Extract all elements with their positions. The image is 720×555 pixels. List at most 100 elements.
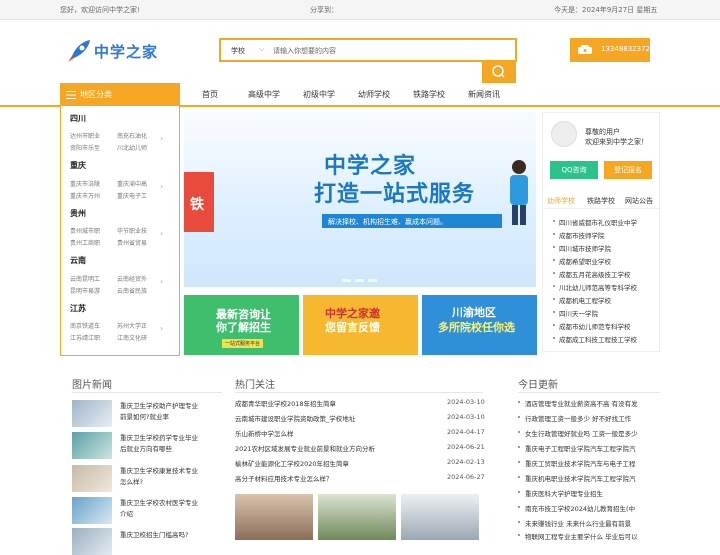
hot-image[interactable] bbox=[401, 494, 479, 540]
region-item[interactable]: 云南昆明工 bbox=[70, 274, 110, 283]
section-title-hot: 热门关注 bbox=[235, 380, 275, 391]
region-item[interactable]: 毕节职业技 bbox=[117, 226, 157, 235]
list-item[interactable]: 重庆医科大学护理专业招生 bbox=[518, 488, 658, 498]
section-divider bbox=[72, 392, 222, 393]
region-item[interactable]: 川北幼儿师 bbox=[117, 143, 157, 152]
list-item[interactable]: 四川省威都市礼仪职业中学 bbox=[553, 217, 657, 227]
list-item[interactable]: 成都机电工程学校 bbox=[553, 295, 657, 305]
search-type-select[interactable]: 学校 bbox=[231, 46, 245, 56]
list-item[interactable]: 成都五月花高级技工学校 bbox=[553, 269, 657, 279]
region-item[interactable]: 云南经贸外 bbox=[117, 274, 157, 283]
nav-preschool[interactable]: 幼师学校 bbox=[358, 89, 390, 100]
signup-button[interactable]: 登记报名 bbox=[604, 161, 652, 179]
list-item[interactable]: 行政管理工资一般多少 好不好找工作 bbox=[518, 413, 658, 423]
list-item[interactable]: 成都成工科技工程技工学校 bbox=[553, 334, 657, 344]
date-text: 今天是：2024年9月27日 星期五 bbox=[554, 6, 658, 14]
promo-line2: 您留言反馈 bbox=[325, 321, 380, 334]
list-item[interactable]: 未来赚钱行业 未来什么行业最有前景 bbox=[518, 518, 658, 528]
list-item[interactable]: 成都市技师学院 bbox=[553, 230, 657, 240]
carousel-dots[interactable] bbox=[342, 276, 381, 284]
region-item[interactable]: 南京铁道车 bbox=[70, 321, 110, 330]
qq-consult-button[interactable]: QQ咨询 bbox=[550, 161, 598, 179]
region-item[interactable]: 贵州城市职 bbox=[70, 226, 110, 235]
hero-banner[interactable]: 铁 中学之家 打造一站式服务 解决择校、机构招生难、赢成本问题。 bbox=[184, 112, 536, 287]
region-menu-header[interactable]: 地区分类 bbox=[60, 83, 180, 106]
hot-item[interactable]: 2021农村区域发展专业就业前景和就业方向分析 bbox=[235, 443, 375, 453]
region-item[interactable]: 重庆市涪陵 bbox=[70, 179, 110, 188]
picture-news-item[interactable]: 重庆卫生学校助产护理专业前景如何?就业率 bbox=[120, 401, 200, 423]
region-item[interactable]: 江苏靖江职 bbox=[70, 333, 110, 342]
list-item[interactable]: 重庆工贸职业技术学院汽车与电子工程 bbox=[518, 458, 658, 468]
hot-item[interactable]: 云南城市建设职业学院资助政策_学校地址 bbox=[235, 413, 355, 423]
nav-railway[interactable]: 铁路学校 bbox=[413, 89, 445, 100]
region-item[interactable]: 苏州大学正 bbox=[117, 321, 157, 330]
region-item[interactable]: 达州市职业 bbox=[70, 131, 110, 140]
hot-image[interactable] bbox=[235, 494, 313, 540]
region-title: 重庆 bbox=[70, 161, 86, 170]
region-item[interactable]: 贵州工商职 bbox=[70, 238, 110, 247]
list-item[interactable]: 南充市技工学校2024幼儿教育招生(中 bbox=[518, 503, 658, 513]
banner-side-block: 铁 bbox=[184, 172, 214, 232]
news-thumbnail[interactable] bbox=[72, 400, 112, 427]
list-item[interactable]: 重庆机电职业技术学院汽车工程学院汽 bbox=[518, 473, 658, 483]
picture-news-item[interactable]: 重庆卫生学校农村医学专业介绍 bbox=[120, 498, 200, 520]
hot-item[interactable]: 成都青华职业学校2018年招生简章 bbox=[235, 398, 336, 408]
region-title: 江苏 bbox=[70, 304, 86, 313]
list-item[interactable]: 川北幼儿师范高等专科学校 bbox=[553, 282, 657, 292]
list-item[interactable]: 四川城市技师学院 bbox=[553, 243, 657, 253]
avatar bbox=[551, 121, 577, 147]
list-item[interactable]: 酒店管理专业就业薪资高不高 有没有发 bbox=[518, 398, 658, 408]
news-thumbnail[interactable] bbox=[72, 465, 112, 492]
list-item[interactable]: 四川天一学院 bbox=[553, 308, 657, 318]
search-input[interactable]: 请输入你想要的内容 bbox=[273, 46, 336, 56]
search-button[interactable] bbox=[482, 61, 516, 83]
banner-side-text: 铁 bbox=[190, 197, 204, 213]
chevron-right-icon: › bbox=[160, 277, 164, 286]
list-item[interactable]: 女生行政管理好就业吗 工资一般是多少 bbox=[518, 428, 658, 438]
region-item[interactable]: 南充石油化 bbox=[117, 131, 157, 140]
region-item[interactable]: 资阳市乐至 bbox=[70, 143, 110, 152]
nav-junior-high[interactable]: 初级中学 bbox=[303, 89, 335, 100]
banner-subtitle: 解决择校、机构招生难、赢成本问题。 bbox=[322, 214, 502, 228]
chevron-right-icon: › bbox=[160, 324, 164, 333]
news-thumbnail[interactable] bbox=[72, 432, 112, 459]
nav-senior-high[interactable]: 高级中学 bbox=[248, 89, 280, 100]
list-item[interactable]: 重庆电子工程职业学院汽车工程学院汽 bbox=[518, 443, 658, 453]
site-logo[interactable]: 中学之家 bbox=[64, 38, 164, 66]
picture-news-item[interactable]: 重庆卫生学校康复技术专业怎么样? bbox=[120, 466, 200, 488]
nav-news[interactable]: 新闻资讯 bbox=[468, 89, 500, 100]
region-item[interactable]: 重庆市万州 bbox=[70, 191, 110, 200]
phone-box: 13348832372 bbox=[570, 38, 650, 62]
region-item[interactable]: 云南省民族 bbox=[117, 286, 157, 295]
list-item[interactable]: 成都希望职业学校 bbox=[553, 256, 657, 266]
hot-item[interactable]: 高分子材料应用技术专业怎么样？ bbox=[235, 473, 333, 483]
hot-item[interactable]: 榆林矿业能源化工学校2020年招生简章 bbox=[235, 458, 349, 468]
share-label[interactable]: 分享到： bbox=[310, 5, 338, 15]
hot-image[interactable] bbox=[318, 494, 396, 540]
hot-date: 2024-03-10 bbox=[447, 413, 485, 421]
section-title-today: 今日更新 bbox=[518, 380, 558, 391]
list-item[interactable]: 成都市幼儿师范专科学校 bbox=[553, 321, 657, 331]
search-bar[interactable]: 学校 ⌵ 请输入你想要的内容 bbox=[219, 38, 517, 62]
phone-icon bbox=[578, 45, 592, 54]
region-item[interactable]: 重庆电子工 bbox=[117, 191, 157, 200]
promo-card[interactable]: 最新咨询让 你了解招生 一站式服务平台 bbox=[184, 295, 299, 355]
nav-home[interactable]: 首页 bbox=[202, 89, 218, 100]
tab-railway[interactable]: 铁路学校 bbox=[587, 196, 615, 206]
region-item[interactable]: 江南文化研 bbox=[117, 333, 157, 342]
tab-preschool[interactable]: 幼师学校 bbox=[547, 196, 575, 206]
region-list: 四川 达州市职业 南充石油化 资阳市乐至 川北幼儿师 › 重庆 重庆市涪陵 重庆… bbox=[60, 106, 180, 356]
promo-line2: 你了解招生 bbox=[216, 321, 271, 334]
region-item[interactable]: 昆明市易游 bbox=[70, 286, 110, 295]
picture-news-item[interactable]: 重庆卫生学校药学专业毕业后就业方向有哪些 bbox=[120, 433, 200, 455]
region-item[interactable]: 贵州省贸易 bbox=[117, 238, 157, 247]
promo-card[interactable]: 川渝地区 多所院校任你选 bbox=[422, 295, 537, 355]
tab-notice[interactable]: 网站公告 bbox=[625, 196, 653, 206]
region-item[interactable]: 重庆渝中高 bbox=[117, 179, 157, 188]
hot-date: 2024-04-17 bbox=[447, 428, 485, 436]
hot-item[interactable]: 乐山新桥中学怎么样 bbox=[235, 428, 294, 438]
promo-card[interactable]: 中学之家邀 您留言反馈 bbox=[303, 295, 418, 355]
news-thumbnail[interactable] bbox=[72, 528, 112, 555]
news-thumbnail[interactable] bbox=[72, 497, 112, 524]
picture-news-item[interactable]: 重庆卫校招生门槛高吗? bbox=[120, 530, 200, 541]
